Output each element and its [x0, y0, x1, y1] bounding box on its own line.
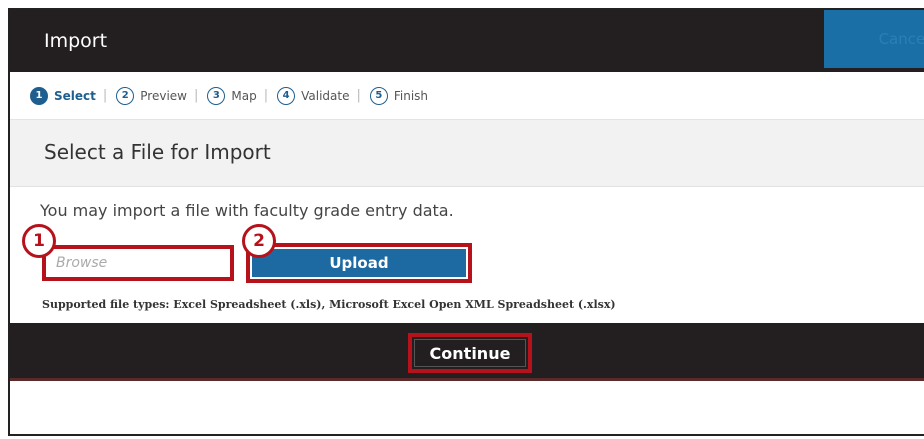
continue-button[interactable]: Continue: [414, 339, 526, 367]
step-label: Select: [54, 88, 96, 103]
step-label: Validate: [301, 88, 350, 103]
continue-highlight: Continue: [408, 333, 532, 373]
intro-text: You may import a file with faculty grade…: [40, 201, 454, 220]
step-finish[interactable]: 5 Finish: [369, 86, 429, 105]
step-separator: |: [194, 88, 199, 103]
step-select[interactable]: 1 Select: [30, 86, 96, 105]
dialog-titlebar: Import Cancel: [10, 10, 924, 72]
dialog-title: Import: [44, 30, 108, 52]
step-validate[interactable]: 4 Validate: [277, 86, 350, 105]
callout-badge-2: 2: [242, 224, 276, 258]
wizard-steps: 1 Select | 2 Preview | 3 Map | 4 Validat…: [10, 72, 924, 120]
cancel-button[interactable]: Cancel: [824, 10, 924, 68]
step-separator: |: [102, 88, 108, 103]
dialog-footer: Continue: [10, 323, 924, 381]
step-separator: |: [263, 88, 269, 103]
browse-file-input[interactable]: Browse: [42, 245, 234, 281]
callout-badge-1: 1: [22, 224, 56, 258]
step-number: 1: [30, 86, 48, 105]
import-dialog: Import Cancel 1 Select | 2 Preview | 3 M…: [8, 8, 924, 436]
section-title: Select a File for Import: [44, 140, 271, 164]
section-header: Select a File for Import: [10, 120, 924, 187]
step-number: 4: [277, 86, 296, 105]
upload-button[interactable]: Upload: [252, 249, 466, 277]
step-label: Map: [231, 88, 257, 103]
step-number: 5: [369, 86, 388, 105]
step-map[interactable]: 3 Map: [207, 86, 257, 105]
step-number: 3: [207, 86, 226, 105]
step-separator: |: [356, 88, 361, 103]
supported-file-types: Supported file types: Excel Spreadsheet …: [42, 298, 616, 311]
step-preview[interactable]: 2 Preview: [116, 86, 187, 105]
step-label: Preview: [140, 88, 187, 103]
step-number: 2: [116, 86, 135, 105]
upload-highlight: Upload: [246, 243, 472, 283]
step-label: Finish: [393, 88, 429, 103]
